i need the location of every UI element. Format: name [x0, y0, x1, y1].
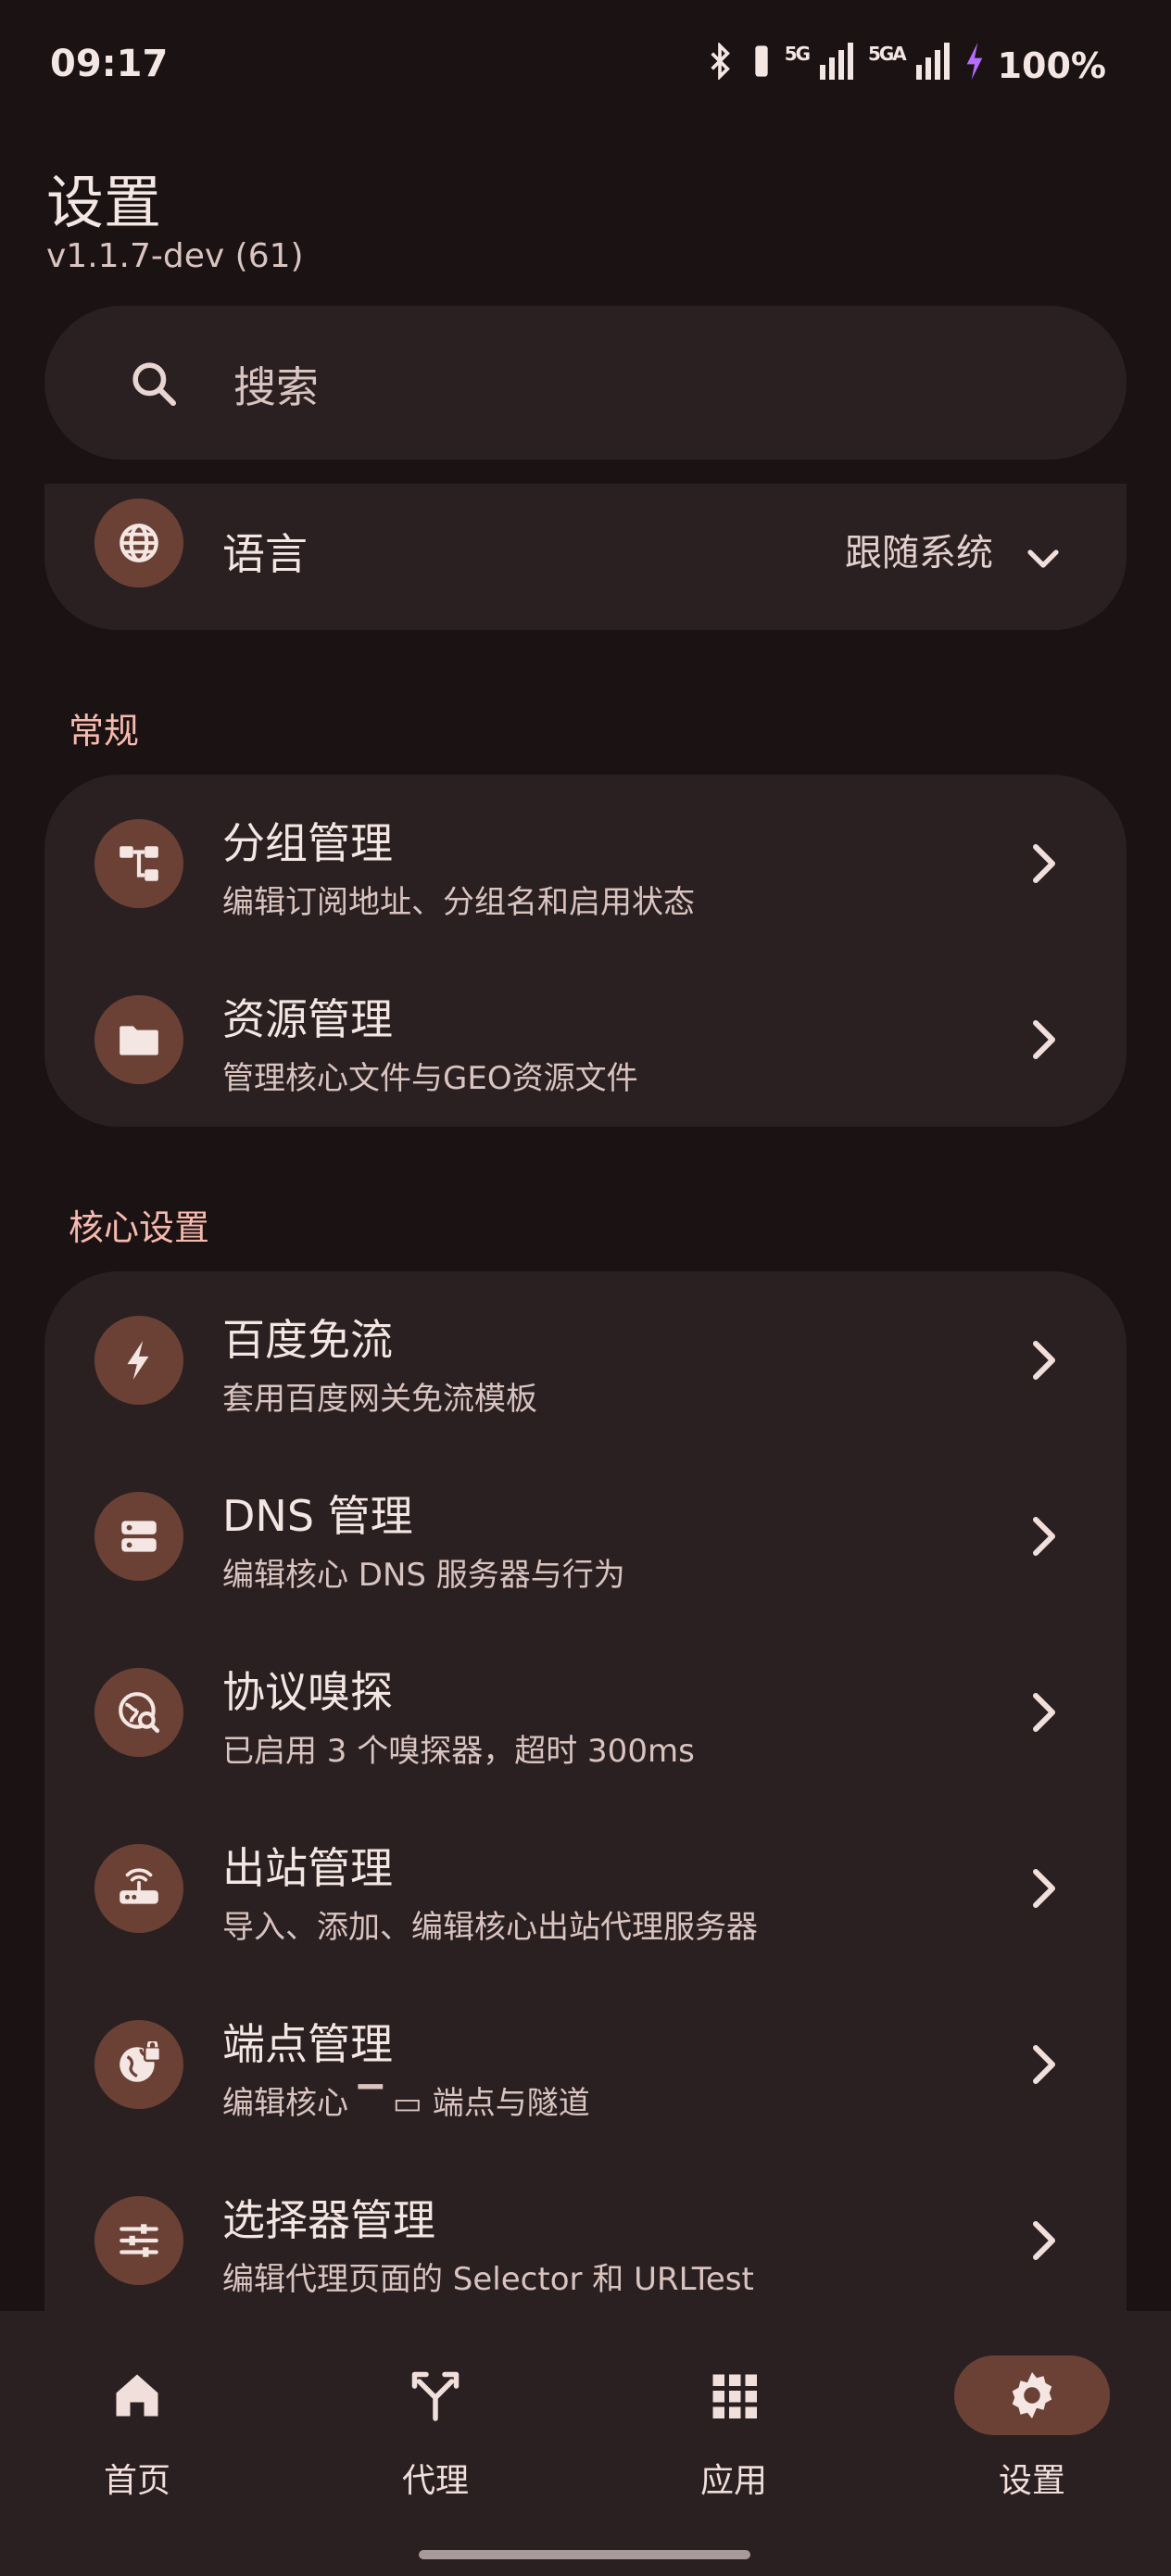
- baidu-free-item[interactable]: 百度免流 套用百度网关免流模板: [44, 1271, 1127, 1447]
- chevron-right-icon: [1033, 1869, 1055, 1908]
- chevron-right-icon: [1033, 1517, 1055, 1556]
- protocol-sniff-item[interactable]: 协议嗅探 已启用 3 个嗅探器，超时 300ms: [44, 1623, 1127, 1799]
- battery-percent: 100%: [997, 44, 1106, 86]
- home-icon: [91, 2355, 183, 2435]
- sliders-icon: [94, 2196, 183, 2285]
- item-subtitle: 编辑订阅地址、分组名和启用状态: [222, 884, 695, 921]
- language-value: 跟随系统: [845, 532, 993, 575]
- page-title: 设置: [46, 169, 162, 236]
- nav-home-label: 首页: [103, 2462, 170, 2500]
- signal-5g-icon: 5G: [785, 43, 855, 88]
- item-subtitle: 编辑代理页面的 Selector 和 URLTest: [222, 2261, 754, 2298]
- chevron-down-icon: [1027, 549, 1059, 568]
- nav-apps[interactable]: 应用: [641, 2355, 826, 2504]
- router-icon: [94, 1844, 183, 1933]
- selector-management-item[interactable]: 选择器管理 编辑代理页面的 Selector 和 URLTest: [44, 2152, 1127, 2328]
- dns-icon: [94, 1492, 183, 1581]
- item-subtitle: 编辑核心 ▔ ▭ 端点与隧道: [222, 2085, 590, 2122]
- status-bar: 09:17 5G 5GA 100%: [0, 0, 1171, 139]
- nav-home[interactable]: 首页: [44, 2355, 230, 2504]
- bottom-nav: 首页 代理 应用 设置: [0, 2311, 1171, 2576]
- item-title: 百度免流: [222, 1315, 393, 1365]
- gear-icon: [954, 2355, 1110, 2435]
- search-bar[interactable]: 搜索: [44, 306, 1127, 460]
- nav-proxy-label: 代理: [401, 2462, 469, 2500]
- section-label-general: 常规: [69, 711, 140, 751]
- item-title: 出站管理: [222, 1843, 393, 1893]
- item-title: 分组管理: [222, 818, 393, 868]
- item-subtitle: 已启用 3 个嗅探器，超时 300ms: [222, 1733, 695, 1770]
- item-subtitle: 编辑核心 DNS 服务器与行为: [222, 1557, 625, 1594]
- core-card: 百度免流 套用百度网关免流模板 DNS 管理 编辑核心 DNS 服务器与行为 协…: [44, 1271, 1127, 2383]
- search-icon: [128, 358, 180, 410]
- item-title: 协议嗅探: [222, 1667, 393, 1717]
- chevron-right-icon: [1033, 1341, 1055, 1380]
- signal-5ga-label: 5GA: [867, 43, 907, 65]
- globe-icon: [94, 499, 183, 587]
- status-icons: 5G 5GA 100%: [701, 41, 1106, 88]
- item-title: 资源管理: [222, 994, 393, 1044]
- language-label: 语言: [222, 529, 308, 579]
- item-title: 端点管理: [222, 2019, 393, 2069]
- signal-5g-label: 5G: [784, 43, 811, 65]
- nav-settings[interactable]: 设置: [939, 2355, 1125, 2504]
- item-subtitle: 套用百度网关免流模板: [222, 1381, 537, 1418]
- bolt-icon: [94, 1316, 183, 1405]
- item-title: DNS 管理: [222, 1491, 413, 1541]
- chevron-right-icon: [1033, 844, 1055, 883]
- item-subtitle: 导入、添加、编辑核心出站代理服务器: [222, 1909, 758, 1946]
- general-card: 分组管理 编辑订阅地址、分组名和启用状态 资源管理 管理核心文件与GEO资源文件: [44, 775, 1127, 1127]
- bluetooth-icon: [701, 41, 738, 88]
- outbound-management-item[interactable]: 出站管理 导入、添加、编辑核心出站代理服务器: [44, 1799, 1127, 1976]
- globe-lock-icon: [94, 2020, 183, 2109]
- section-label-core: 核心设置: [69, 1207, 210, 1248]
- gesture-handle[interactable]: [419, 2550, 750, 2559]
- folder-icon: [94, 995, 183, 1084]
- nav-apps-label: 应用: [699, 2462, 767, 2500]
- search-input[interactable]: 搜索: [233, 354, 319, 415]
- endpoint-management-item[interactable]: 端点管理 编辑核心 ▔ ▭ 端点与隧道: [44, 1976, 1127, 2152]
- version-label: v1.1.7-dev (61): [46, 237, 304, 275]
- language-setting[interactable]: 语言 跟随系统: [44, 484, 1127, 630]
- chevron-right-icon: [1033, 1693, 1055, 1732]
- group-management-item[interactable]: 分组管理 编辑订阅地址、分组名和启用状态: [44, 775, 1127, 951]
- fork-icon: [389, 2355, 482, 2435]
- vibrate-icon: [751, 43, 772, 88]
- signal-5ga-icon: 5GA: [868, 43, 951, 88]
- status-time: 09:17: [50, 43, 169, 85]
- chevron-right-icon: [1033, 2221, 1055, 2260]
- charging-icon: [964, 43, 985, 88]
- item-title: 选择器管理: [222, 2195, 435, 2245]
- language-card: 语言 跟随系统: [44, 484, 1127, 630]
- item-subtitle: 管理核心文件与GEO资源文件: [222, 1060, 638, 1097]
- chevron-right-icon: [1033, 2045, 1055, 2084]
- globe-search-icon: [94, 1668, 183, 1757]
- apps-grid-icon: [687, 2355, 780, 2435]
- nav-proxy[interactable]: 代理: [343, 2355, 528, 2504]
- dns-management-item[interactable]: DNS 管理 编辑核心 DNS 服务器与行为: [44, 1447, 1127, 1623]
- nav-settings-label: 设置: [998, 2462, 1065, 2500]
- chevron-right-icon: [1033, 1020, 1055, 1059]
- group-tree-icon: [94, 819, 183, 908]
- resource-management-item[interactable]: 资源管理 管理核心文件与GEO资源文件: [44, 951, 1127, 1127]
